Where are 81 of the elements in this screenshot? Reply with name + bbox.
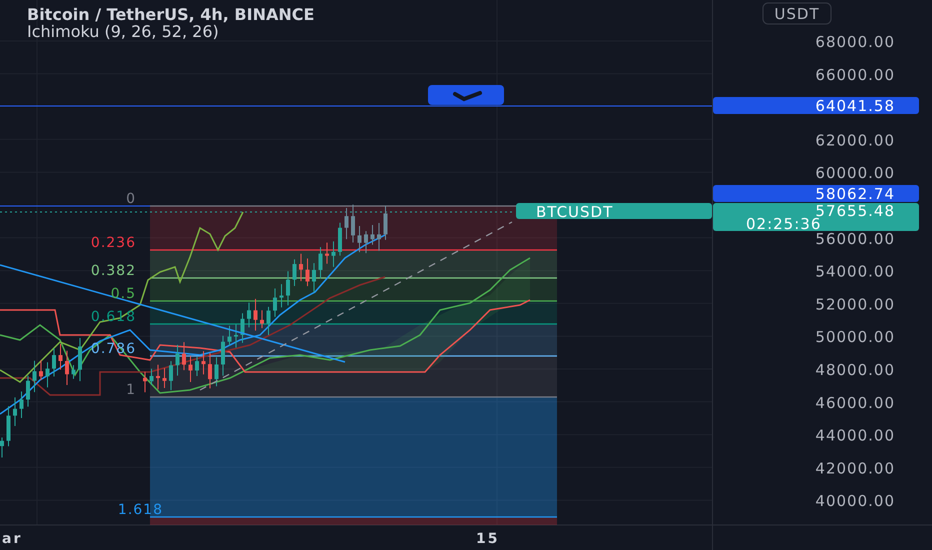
price-tag-value: 58062.74 (815, 185, 895, 203)
candlestick (46, 362, 50, 388)
price-axis-label: 52000.00 (815, 295, 895, 314)
fib-level-label: 1.618 (118, 502, 163, 518)
candlestick (351, 204, 355, 243)
candlestick (358, 226, 362, 253)
candlestick (20, 391, 24, 419)
fib-level-label: 0.5 (110, 286, 136, 302)
trend-line[interactable] (200, 221, 512, 391)
price-axis-label: 42000.00 (815, 459, 895, 478)
candlestick (65, 350, 69, 386)
candlestick (221, 335, 225, 376)
candlestick (188, 355, 192, 382)
price-axis-label: 46000.00 (815, 394, 895, 412)
candlestick (370, 224, 374, 246)
candlestick (162, 368, 166, 388)
currency-button[interactable] (762, 2, 832, 24)
price-axis-label: 66000.00 (815, 66, 895, 84)
price-axis-label: 50000.00 (815, 328, 895, 346)
time-axis-label: 15 (476, 531, 500, 547)
candlestick (306, 258, 310, 287)
candlestick (182, 342, 186, 371)
candlestick (150, 368, 154, 386)
candlestick (78, 338, 82, 382)
candlestick (344, 208, 348, 240)
candlestick (273, 288, 277, 318)
price-axis-label: 40000.00 (815, 492, 895, 510)
candlestick (266, 306, 270, 336)
candlestick (214, 356, 218, 387)
candlestick (176, 344, 180, 376)
candlestick (156, 364, 160, 390)
time-axis-label: ar (2, 531, 22, 547)
candlestick (254, 298, 258, 332)
price-axis-label: 48000.00 (815, 361, 895, 379)
fib-level-label: 1 (126, 382, 136, 398)
fib-level-label: 0 (126, 191, 136, 207)
candlestick (169, 360, 173, 391)
fib-level-label: 0.236 (90, 235, 136, 251)
candlestick (202, 350, 206, 375)
candlestick (32, 360, 36, 393)
indicator-label: Ichimoku (9, 26, 52, 26) (27, 22, 219, 41)
candlestick (58, 343, 62, 370)
candlestick (39, 360, 43, 381)
price-axis-label: 54000.00 (815, 262, 895, 281)
fib-level-label: 0.382 (90, 263, 136, 279)
price-axis-label: 62000.00 (815, 131, 895, 150)
candlestick (280, 284, 284, 308)
price-tag-value: 64041.58 (815, 97, 895, 115)
candlestick (228, 325, 232, 346)
candlestick (325, 242, 329, 264)
candlestick (195, 356, 199, 376)
candlestick (143, 371, 147, 393)
candlestick (332, 240, 336, 268)
chart-title: Bitcoin / TetherUS, 4h, BINANCE (27, 5, 314, 24)
candlestick (312, 262, 316, 293)
candlestick (240, 312, 244, 344)
symbol-label: BTCUSDT (536, 203, 614, 221)
candlestick (72, 364, 76, 380)
candlestick (208, 352, 212, 389)
candlestick (247, 302, 251, 328)
candlestick (384, 204, 388, 240)
candlestick (13, 396, 17, 426)
candlestick (292, 258, 296, 286)
candlestick (234, 324, 238, 348)
candlestick (0, 437, 4, 458)
candlestick (260, 310, 264, 329)
candlestick (318, 246, 322, 280)
trend-line[interactable] (0, 264, 346, 363)
price-axis-label: 60000.00 (815, 164, 895, 182)
candlestick (52, 348, 56, 377)
confirm-button[interactable] (428, 85, 504, 105)
price-axis-label: 44000.00 (815, 426, 895, 445)
candlestick (338, 222, 342, 256)
candlestick (286, 270, 290, 306)
candlestick (299, 253, 303, 282)
candlestick (26, 375, 30, 408)
candlestick (377, 222, 381, 252)
price-axis-label: 68000.00 (815, 33, 895, 51)
candlestick (364, 230, 368, 254)
currency-button-label[interactable]: USDT (774, 5, 820, 23)
candlestick (6, 406, 10, 447)
